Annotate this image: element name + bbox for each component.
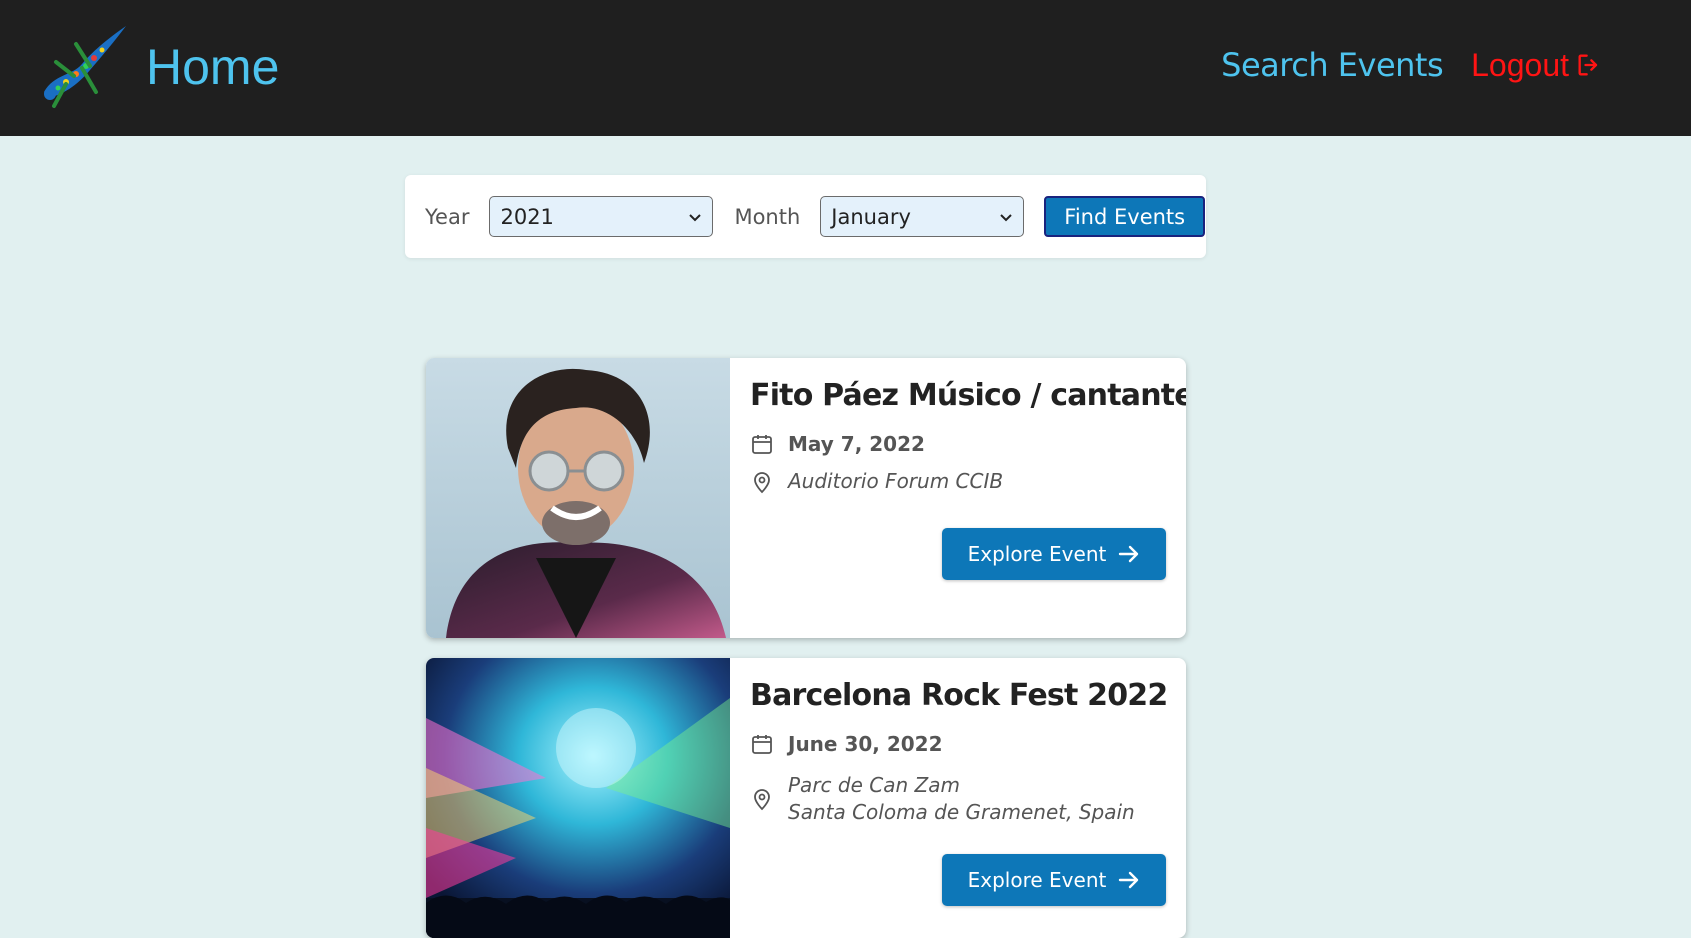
brand[interactable]: Home [36, 22, 279, 112]
page-title: Home [146, 39, 280, 95]
event-image[interactable] [426, 658, 730, 938]
event-location-line2: Santa Coloma de Gramenet, Spain [788, 800, 1135, 824]
logout-icon [1578, 54, 1598, 76]
month-select[interactable]: January [820, 196, 1025, 237]
explore-event-label: Explore Event [967, 542, 1107, 566]
event-card: Barcelona Rock Fest 2022 June 30, 2022 P… [426, 658, 1186, 938]
event-date-row: May 7, 2022 [750, 432, 925, 456]
month-select-value: January [831, 204, 911, 229]
chevron-down-icon [689, 213, 702, 221]
logout-label: Logout [1471, 46, 1569, 83]
chevron-down-icon [1000, 213, 1013, 221]
explore-event-button[interactable]: Explore Event [942, 528, 1166, 580]
event-image[interactable] [426, 358, 730, 638]
year-select[interactable]: 2021 [489, 196, 714, 237]
event-location-row: Auditorio Forum CCIB [750, 468, 1003, 495]
event-filter-form: Year 2021 Month January Find Events [405, 175, 1206, 258]
logout-link[interactable]: Logout [1471, 47, 1603, 84]
year-select-value: 2021 [500, 204, 554, 229]
month-label: Month [734, 204, 801, 229]
event-location: Auditorio Forum CCIB [788, 469, 1004, 493]
event-location: Parc de Can Zam [788, 773, 960, 797]
event-date-row: June 30, 2022 [750, 732, 943, 756]
calendar-icon [752, 735, 772, 754]
search-events-link[interactable]: Search Events [1221, 46, 1443, 84]
nav-links: Search Events Logout [1221, 46, 1603, 84]
location-pin-icon [754, 789, 770, 811]
year-label: Year [425, 204, 470, 229]
event-location-row: Parc de Can Zam Santa Coloma de Gramenet… [750, 772, 1135, 826]
arrow-right-icon [1119, 871, 1139, 889]
explore-event-button[interactable]: Explore Event [942, 854, 1166, 906]
event-title: Fito Páez Músico / cantante [750, 378, 1186, 413]
event-card: Fito Páez Músico / cantante May 7, 2022 … [426, 358, 1186, 638]
event-date: May 7, 2022 [788, 432, 925, 456]
explore-event-label: Explore Event [967, 868, 1107, 892]
gecko-logo-icon [44, 26, 126, 108]
location-pin-icon [754, 471, 770, 493]
find-events-button[interactable]: Find Events [1044, 196, 1206, 237]
arrow-right-icon [1119, 545, 1139, 563]
event-date: June 30, 2022 [788, 732, 943, 756]
calendar-icon [752, 435, 772, 454]
event-title: Barcelona Rock Fest 2022 [750, 678, 1168, 713]
navbar: Home Search Events Logout [0, 0, 1691, 136]
